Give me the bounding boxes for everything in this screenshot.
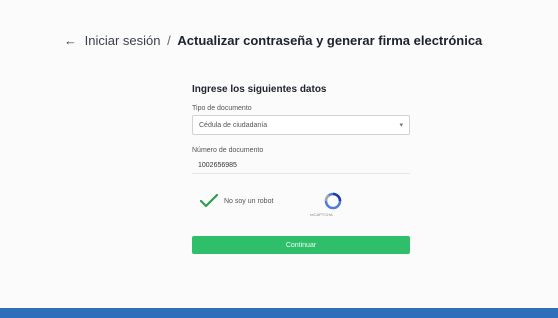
chevron-down-icon: ▾ — [399, 122, 403, 129]
login-form: Ingrese los siguientes datos Tipo de doc… — [192, 84, 410, 254]
back-link-iniciar-sesion[interactable]: Iniciar sesión — [85, 33, 161, 48]
bottom-bar — [0, 308, 558, 318]
arrow-left-icon[interactable]: ← — [64, 33, 77, 48]
recaptcha-brand: reCAPTCHA — [310, 212, 333, 217]
breadcrumb: ← Iniciar sesión / Actualizar contraseña… — [64, 33, 482, 48]
document-number-field[interactable]: 1002656985 — [192, 157, 410, 174]
recaptcha-widget: No soy un robot reCAPTCHA — [200, 188, 360, 224]
document-type-label: Tipo de documento — [192, 105, 252, 112]
breadcrumb-separator: / — [167, 33, 171, 48]
document-number-value: 1002656985 — [198, 161, 237, 169]
captcha-label: No soy un robot — [224, 198, 274, 205]
recaptcha-icon — [324, 192, 342, 210]
checkmark-icon[interactable] — [200, 194, 218, 208]
document-type-select[interactable]: Cédula de ciudadanía ▾ — [192, 115, 410, 135]
document-number-label: Número de documento — [192, 147, 264, 154]
document-type-value: Cédula de ciudadanía — [199, 121, 268, 129]
page-title: Actualizar contraseña y generar firma el… — [177, 33, 483, 48]
form-title: Ingrese los siguientes datos — [192, 84, 327, 95]
continue-button[interactable]: Continuar — [192, 236, 410, 254]
